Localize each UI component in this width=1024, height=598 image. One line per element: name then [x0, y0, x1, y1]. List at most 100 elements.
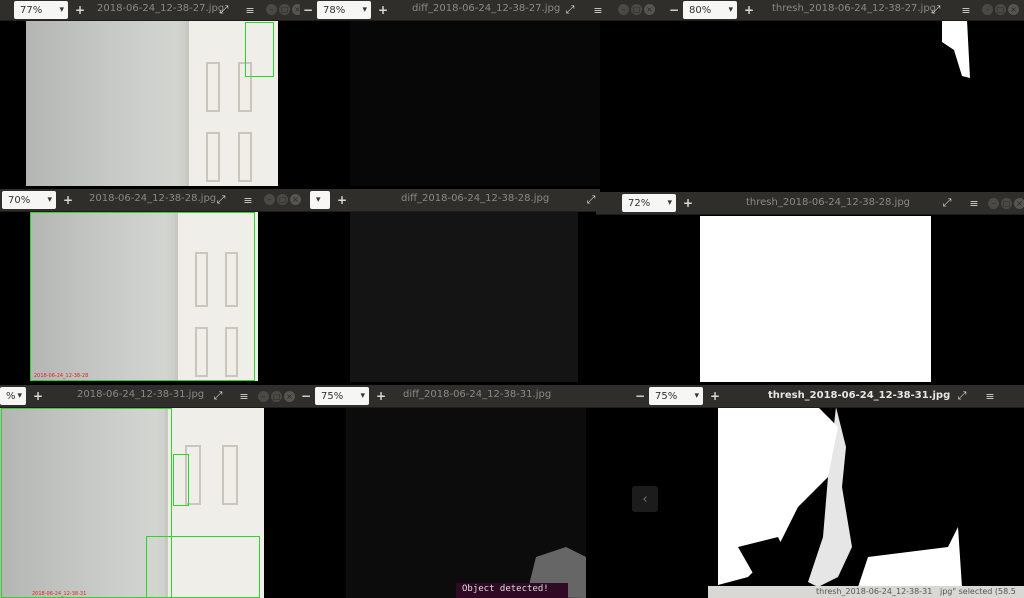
detection-box: [245, 22, 274, 77]
window-controls: – □ ×: [988, 198, 1024, 209]
status-bar: thresh_2018-06-24_12-38-31 jpg" selected…: [708, 586, 1024, 598]
zoom-select[interactable]: ▾: [310, 191, 330, 209]
maximize-button[interactable]: □: [631, 4, 642, 15]
window-title: 2018-06-24_12-38-28.jpg: [89, 193, 217, 204]
zoom-out-button[interactable]: −: [666, 2, 682, 18]
menu-icon[interactable]: ≡: [242, 2, 258, 18]
zoom-in-button[interactable]: +: [707, 388, 723, 404]
zoom-select[interactable]: 75% ▾: [649, 387, 703, 405]
chevron-down-icon: ▾: [47, 195, 52, 205]
maximize-button[interactable]: □: [995, 4, 1006, 15]
menu-icon[interactable]: ≡: [958, 2, 974, 18]
minimize-button[interactable]: –: [258, 391, 269, 402]
zoom-in-button[interactable]: +: [60, 192, 76, 208]
window-title: 2018-06-24_12-38-27.jpg: [97, 3, 225, 14]
fullscreen-icon[interactable]: ⤢: [928, 2, 944, 18]
zoom-in-button[interactable]: +: [375, 2, 391, 18]
minimize-button[interactable]: –: [618, 4, 629, 15]
threshold-image: [700, 216, 931, 382]
status-fragment: thresh_2018-06-24_12-38-31: [816, 587, 933, 596]
zoom-in-button[interactable]: +: [373, 388, 389, 404]
window-controls: – □ ×: [264, 194, 301, 205]
fullscreen-icon[interactable]: ⤢: [216, 2, 232, 18]
zoom-value: 70%: [8, 194, 31, 206]
zoom-in-button[interactable]: +: [30, 388, 46, 404]
diff-highlight: [526, 547, 586, 598]
camera-image: 2018-06-24_12-38-31: [0, 407, 264, 598]
close-button[interactable]: ×: [1014, 198, 1024, 209]
zoom-in-button[interactable]: +: [334, 192, 350, 208]
zoom-select[interactable]: 75% ▾: [315, 387, 369, 405]
image-viewer-window-1: 77% ▾ + 2018-06-24_12-38-27.jpg ⤢ ≡ – □ ×: [0, 0, 322, 186]
detection-box: [173, 454, 189, 506]
zoom-out-button[interactable]: −: [298, 388, 314, 404]
minimize-button[interactable]: –: [988, 198, 999, 209]
maximize-button[interactable]: □: [271, 391, 282, 402]
threshold-image: [718, 407, 974, 587]
timestamp-label: 2018-06-24_12-38-31: [32, 591, 87, 597]
minimize-button[interactable]: –: [266, 4, 277, 15]
image-viewer-window-6: 72% ▾ + thresh_2018-06-24_12-38-28.jpg ⤢ …: [596, 192, 1024, 382]
chevron-down-icon: ▾: [728, 5, 733, 15]
fullscreen-icon[interactable]: ⤢: [562, 2, 578, 18]
window-title: 2018-06-24_12-38-31.jpg: [77, 389, 205, 400]
menu-icon[interactable]: ≡: [982, 388, 998, 404]
detection-box: [30, 212, 255, 381]
close-button[interactable]: ×: [284, 391, 295, 402]
diff-image: [350, 211, 578, 382]
menu-icon[interactable]: ≡: [966, 195, 982, 211]
minimize-button[interactable]: –: [982, 4, 993, 15]
zoom-value: 78%: [323, 4, 346, 16]
zoom-out-button[interactable]: −: [632, 388, 648, 404]
image-viewer-window-3: − 80% ▾ + thresh_2018-06-24_12-38-27.jpg …: [662, 0, 1024, 186]
zoom-select[interactable]: 80% ▾: [683, 1, 737, 19]
zoom-select[interactable]: % ▾: [0, 387, 26, 405]
zoom-out-button[interactable]: −: [300, 2, 316, 18]
menu-icon[interactable]: ≡: [240, 192, 256, 208]
fullscreen-icon[interactable]: ⤢: [954, 388, 970, 404]
door-panel: [206, 132, 220, 182]
minimize-button[interactable]: –: [264, 194, 275, 205]
image-viewer-window-5: ▾ + diff_2018-06-24_12-38-28.jpg ⤢: [310, 189, 600, 382]
fullscreen-icon[interactable]: ⤢: [213, 192, 229, 208]
chevron-down-icon: ▾: [316, 195, 321, 205]
window-controls: – □ ×: [266, 4, 303, 15]
menu-icon[interactable]: ≡: [236, 388, 252, 404]
close-button[interactable]: ×: [1008, 4, 1019, 15]
zoom-value: 72%: [628, 197, 651, 209]
zoom-select[interactable]: 72% ▾: [622, 194, 676, 212]
maximize-button[interactable]: □: [1001, 198, 1012, 209]
status-text: jpg" selected (58.5: [940, 587, 1016, 596]
window-title: diff_2018-06-24_12-38-27.jpg: [412, 3, 561, 14]
zoom-in-button[interactable]: +: [72, 2, 88, 18]
chevron-down-icon: ▾: [17, 391, 22, 401]
zoom-value: %: [6, 390, 16, 402]
window-controls: – □ ×: [258, 391, 295, 402]
chevron-down-icon: ▾: [59, 5, 64, 15]
door-panel: [238, 132, 252, 182]
close-button[interactable]: ×: [290, 194, 301, 205]
zoom-select[interactable]: 77% ▾: [14, 1, 68, 19]
fullscreen-icon[interactable]: ⤢: [939, 195, 955, 211]
image-viewer-window-4: 2018-06-24_12-38-28 70% ▾ + 2018-06-24_12…: [0, 189, 310, 382]
maximize-button[interactable]: □: [279, 4, 290, 15]
zoom-in-button[interactable]: +: [741, 2, 757, 18]
close-button[interactable]: ×: [644, 4, 655, 15]
terminal-fragment: Object detected!: [456, 583, 568, 598]
chevron-down-icon: ▾: [360, 391, 365, 401]
window-title: thresh_2018-06-24_12-38-31.jpg: [768, 390, 951, 401]
window-title: thresh_2018-06-24_12-38-27.jpg: [772, 3, 937, 14]
fullscreen-icon[interactable]: ⤢: [210, 388, 226, 404]
chevron-down-icon: ▾: [667, 198, 672, 208]
zoom-in-button[interactable]: +: [680, 195, 696, 211]
camera-image: 2018-06-24_12-38-28: [30, 212, 258, 381]
maximize-button[interactable]: □: [277, 194, 288, 205]
window-title: diff_2018-06-24_12-38-31.jpg: [403, 389, 552, 400]
zoom-select[interactable]: 70% ▾: [2, 191, 56, 209]
previous-image-button[interactable]: ‹: [632, 486, 658, 512]
zoom-select[interactable]: 78% ▾: [317, 1, 371, 19]
menu-icon[interactable]: ≡: [590, 2, 606, 18]
zoom-value: 77%: [20, 4, 43, 16]
terminal-text: Object detected!: [462, 584, 549, 594]
door-panel: [222, 445, 238, 505]
